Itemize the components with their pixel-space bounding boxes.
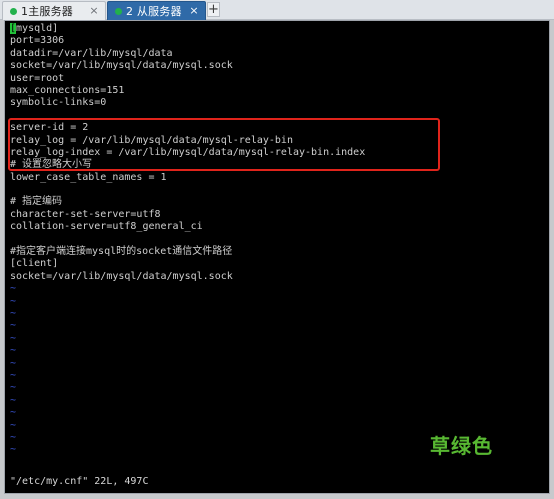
close-icon[interactable]: × <box>188 4 200 17</box>
empty-line-marker: ~ <box>10 369 17 381</box>
tab-label: 2 从服务器 <box>126 5 182 18</box>
editor-line: [mysqld] <box>10 23 59 34</box>
connection-status-icon <box>115 7 122 15</box>
editor-line: user=root <box>10 72 65 84</box>
highlight-annotation-box <box>8 118 440 171</box>
empty-line-marker: ~ <box>10 382 17 394</box>
editor-line: symbolic-links=0 <box>10 97 107 109</box>
editor-line: collation-server=utf8_general_ci <box>10 221 203 233</box>
empty-line-marker: ~ <box>10 407 17 419</box>
editor-line: # 指定编码 <box>10 196 63 208</box>
connection-status-icon <box>10 7 17 15</box>
editor-line: lower_case_table_names = 1 <box>10 171 167 183</box>
tab-slave-server[interactable]: 2 从服务器 × <box>107 1 206 20</box>
editor-lines: [mysqld] port=3306 datadir=/var/lib/mysq… <box>10 23 546 457</box>
editor-line: [client] <box>10 258 59 270</box>
editor-line: character-set-server=utf8 <box>10 208 161 220</box>
empty-line-marker: ~ <box>10 332 17 344</box>
status-line: "/etc/my.cnf" 22L, 497C <box>10 476 149 487</box>
empty-line-marker: ~ <box>10 394 17 406</box>
editor-line: max_connections=151 <box>10 84 125 96</box>
tab-bar: 1主服务器 × 2 从服务器 × + <box>0 0 554 20</box>
editor-line: port=3306 <box>10 35 65 47</box>
empty-line-marker: ~ <box>10 357 17 369</box>
new-tab-button[interactable]: + <box>207 2 220 17</box>
empty-line-marker: ~ <box>10 295 17 307</box>
terminal-view[interactable]: [mysqld] port=3306 datadir=/var/lib/mysq… <box>4 20 550 494</box>
empty-line-marker: ~ <box>10 345 17 357</box>
editor-line: datadir=/var/lib/mysql/data <box>10 47 173 59</box>
tab-label: 1主服务器 <box>21 5 73 18</box>
close-icon[interactable]: × <box>88 4 100 17</box>
empty-line-marker: ~ <box>10 307 17 319</box>
empty-line-marker: ~ <box>10 283 17 295</box>
editor-line: socket=/var/lib/mysql/data/mysql.sock <box>10 270 233 282</box>
tab-master-server[interactable]: 1主服务器 × <box>2 1 106 20</box>
empty-line-marker: ~ <box>10 320 17 332</box>
watermark-text: 草绿色 <box>430 434 493 458</box>
editor-line: socket=/var/lib/mysql/data/mysql.sock <box>10 60 233 72</box>
ssh-client-window: 1主服务器 × 2 从服务器 × + [mysqld] port=3306 da… <box>0 0 554 499</box>
editor-line: #指定客户端连接mysql时的socket通信文件路径 <box>10 246 233 258</box>
